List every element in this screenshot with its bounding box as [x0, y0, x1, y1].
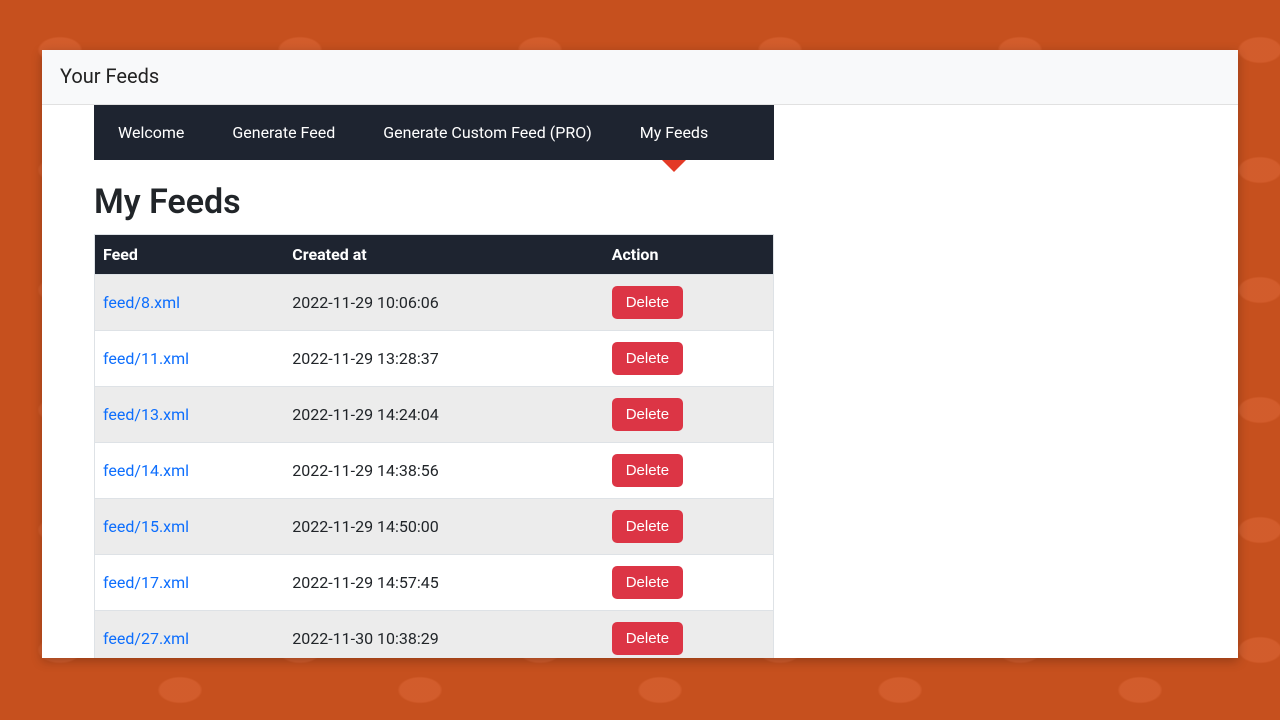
cell-created-at: 2022-11-29 10:06:06 — [284, 275, 603, 331]
nav-tab-my-feeds[interactable]: My Feeds — [616, 105, 732, 160]
feed-link[interactable]: feed/13.xml — [103, 405, 189, 424]
table-row: feed/17.xml 2022-11-29 14:57:45 Delete — [95, 555, 774, 611]
card-header-title: Your Feeds — [42, 50, 1238, 105]
cell-action: Delete — [604, 499, 774, 555]
cell-feed: feed/8.xml — [95, 275, 285, 331]
delete-button[interactable]: Delete — [612, 286, 683, 319]
cell-created-at: 2022-11-29 13:28:37 — [284, 331, 603, 387]
table-row: feed/8.xml 2022-11-29 10:06:06 Delete — [95, 275, 774, 331]
table-row: feed/14.xml 2022-11-29 14:38:56 Delete — [95, 443, 774, 499]
delete-button[interactable]: Delete — [612, 566, 683, 599]
cell-created-at: 2022-11-29 14:24:04 — [284, 387, 603, 443]
cell-created-at: 2022-11-29 14:38:56 — [284, 443, 603, 499]
nav-tabs: WelcomeGenerate FeedGenerate Custom Feed… — [94, 105, 774, 160]
table-row: feed/27.xml 2022-11-30 10:38:29 Delete — [95, 611, 774, 659]
nav-tab-generate-custom-feed-pro[interactable]: Generate Custom Feed (PRO) — [359, 105, 616, 160]
cell-feed: feed/14.xml — [95, 443, 285, 499]
cell-created-at: 2022-11-30 10:38:29 — [284, 611, 603, 659]
cell-feed: feed/15.xml — [95, 499, 285, 555]
cell-action: Delete — [604, 387, 774, 443]
delete-button[interactable]: Delete — [612, 454, 683, 487]
feed-link[interactable]: feed/14.xml — [103, 461, 189, 480]
cell-created-at: 2022-11-29 14:50:00 — [284, 499, 603, 555]
cell-feed: feed/13.xml — [95, 387, 285, 443]
nav-tab-generate-feed[interactable]: Generate Feed — [208, 105, 359, 160]
table-row: feed/13.xml 2022-11-29 14:24:04 Delete — [95, 387, 774, 443]
page-title: My Feeds — [94, 182, 1186, 222]
feed-link[interactable]: feed/8.xml — [103, 293, 180, 312]
cell-action: Delete — [604, 331, 774, 387]
app-card: Your Feeds WelcomeGenerate FeedGenerate … — [42, 50, 1238, 658]
cell-feed: feed/11.xml — [95, 331, 285, 387]
table-header-row: Feed Created at Action — [95, 235, 774, 275]
active-tab-indicator-icon — [662, 160, 686, 172]
table-row: feed/11.xml 2022-11-29 13:28:37 Delete — [95, 331, 774, 387]
table-row: feed/15.xml 2022-11-29 14:50:00 Delete — [95, 499, 774, 555]
cell-feed: feed/17.xml — [95, 555, 285, 611]
cell-created-at: 2022-11-29 14:57:45 — [284, 555, 603, 611]
delete-button[interactable]: Delete — [612, 510, 683, 543]
cell-action: Delete — [604, 555, 774, 611]
feed-link[interactable]: feed/17.xml — [103, 573, 189, 592]
cell-action: Delete — [604, 611, 774, 659]
col-action: Action — [604, 235, 774, 275]
feed-link[interactable]: feed/15.xml — [103, 517, 189, 536]
cell-feed: feed/27.xml — [95, 611, 285, 659]
table-body: feed/8.xml2022-11-29 10:06:06Deletefeed/… — [95, 275, 774, 659]
cell-action: Delete — [604, 443, 774, 499]
feeds-table: Feed Created at Action feed/8.xml 2022-11… — [94, 234, 774, 658]
cell-action: Delete — [604, 275, 774, 331]
delete-button[interactable]: Delete — [612, 398, 683, 431]
feed-link[interactable]: feed/11.xml — [103, 349, 189, 368]
card-body: WelcomeGenerate FeedGenerate Custom Feed… — [42, 105, 1238, 658]
delete-button[interactable]: Delete — [612, 342, 683, 375]
feed-link[interactable]: feed/27.xml — [103, 629, 189, 648]
col-feed: Feed — [95, 235, 285, 275]
delete-button[interactable]: Delete — [612, 622, 683, 655]
nav-tab-welcome[interactable]: Welcome — [94, 105, 208, 160]
col-created-at: Created at — [284, 235, 603, 275]
